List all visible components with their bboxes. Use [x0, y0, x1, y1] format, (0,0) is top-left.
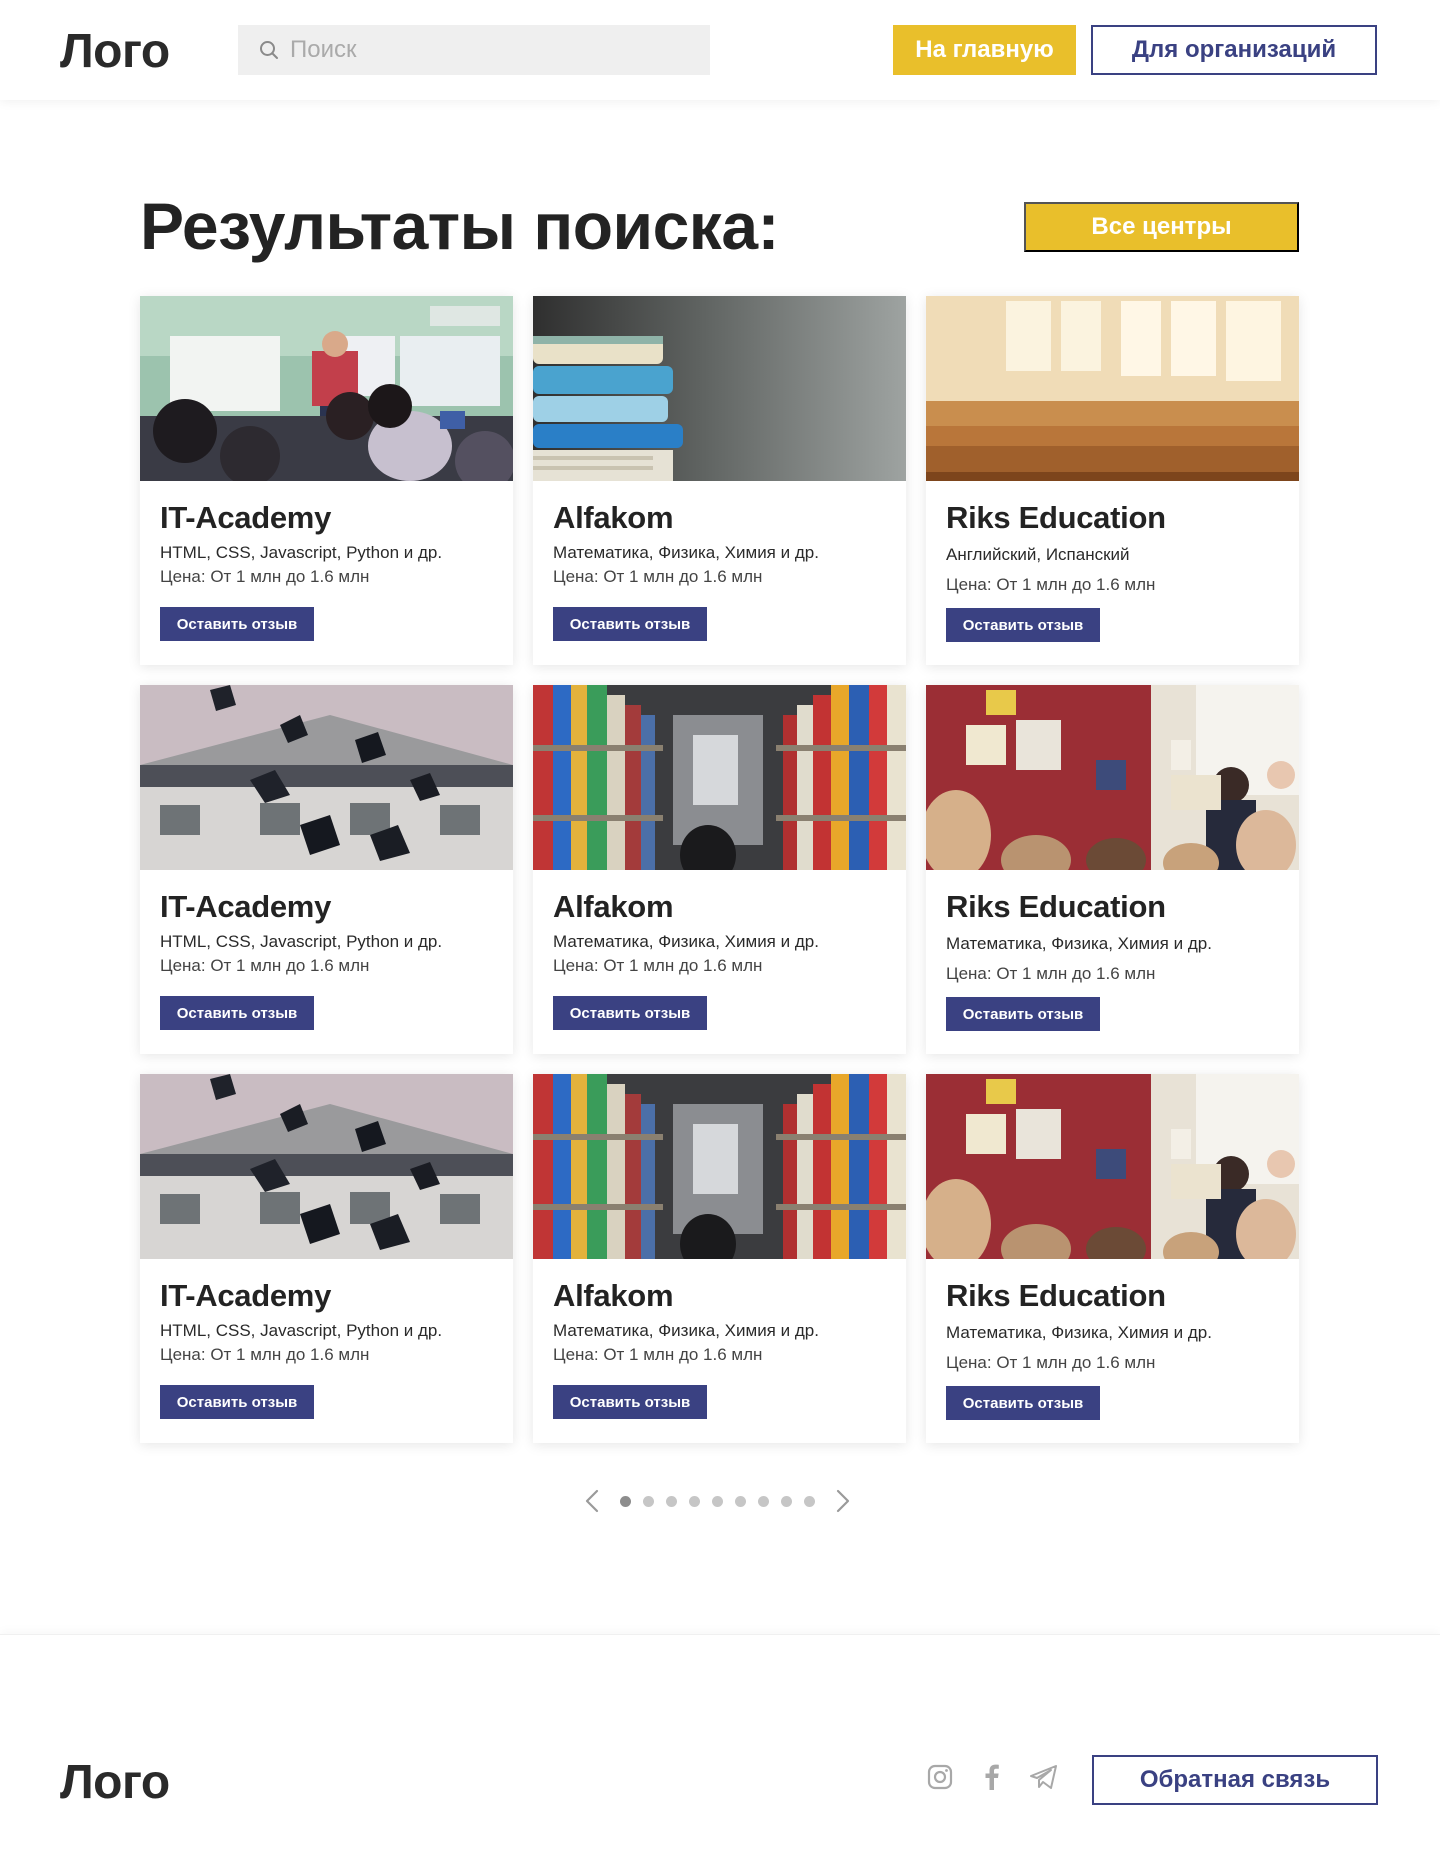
card-price: Цена: От 1 млн до 1.6 млн — [160, 1345, 370, 1364]
classroom-teacher-photo[interactable] — [140, 296, 513, 481]
card-title[interactable]: Riks Education — [946, 500, 1166, 536]
search-icon — [258, 39, 280, 61]
page-dot[interactable] — [620, 1495, 631, 1507]
card-price: Цена: От 1 млн до 1.6 млн — [946, 575, 1156, 594]
card-subjects: Математика, Физика, Химия и др. — [946, 1323, 1212, 1342]
leave-review-button[interactable]: Оставить отзыв — [946, 997, 1100, 1031]
leave-review-button[interactable]: Оставить отзыв — [946, 1386, 1100, 1420]
page-dot[interactable] — [666, 1495, 677, 1507]
page-dots — [614, 1495, 821, 1507]
card-price: Цена: От 1 млн до 1.6 млн — [553, 956, 763, 975]
card-subjects: HTML, CSS, Javascript, Python и др. — [160, 1321, 443, 1340]
leave-review-button[interactable]: Оставить отзыв — [160, 607, 314, 641]
empty-classroom-photo[interactable] — [926, 296, 1299, 481]
library-shelves-photo[interactable] — [533, 1074, 906, 1259]
leave-review-button[interactable]: Оставить отзыв — [946, 608, 1100, 642]
chevron-right-icon[interactable] — [833, 1486, 853, 1516]
page-dot[interactable] — [712, 1495, 723, 1507]
page-dot[interactable] — [689, 1495, 700, 1507]
kids-classroom-photo[interactable] — [926, 1074, 1299, 1259]
card-subjects: HTML, CSS, Javascript, Python и др. — [160, 543, 443, 562]
header-logo[interactable]: Лого — [60, 24, 170, 79]
leave-review-button[interactable]: Оставить отзыв — [553, 1385, 707, 1419]
card-subjects: Математика, Физика, Химия и др. — [553, 1321, 819, 1340]
card-subjects: Математика, Физика, Химия и др. — [553, 543, 819, 562]
header: Лого На главную Для организаций — [0, 0, 1440, 100]
search-bar[interactable] — [238, 25, 710, 75]
card-title[interactable]: Alfakom — [553, 889, 674, 925]
card-price: Цена: От 1 млн до 1.6 млн — [160, 956, 370, 975]
card-title[interactable]: Riks Education — [946, 889, 1166, 925]
result-card[interactable]: IT-Academy HTML, CSS, Javascript, Python… — [140, 1074, 513, 1443]
footer-logo[interactable]: Лого — [60, 1755, 170, 1810]
result-card[interactable]: Riks Education Английский, Испанский Цен… — [926, 296, 1299, 665]
card-title[interactable]: IT-Academy — [160, 500, 331, 536]
page-dot[interactable] — [781, 1495, 792, 1507]
footer: Лого — [0, 1634, 1440, 1858]
card-price: Цена: От 1 млн до 1.6 млн — [946, 1353, 1156, 1372]
kids-classroom-photo[interactable] — [926, 685, 1299, 870]
leave-review-button[interactable]: Оставить отзыв — [160, 996, 314, 1030]
result-card[interactable]: IT-Academy HTML, CSS, Javascript, Python… — [140, 685, 513, 1054]
social-links — [925, 1762, 1059, 1792]
page-dot[interactable] — [758, 1495, 769, 1507]
telegram-icon[interactable] — [1029, 1762, 1059, 1792]
organizations-button[interactable]: Для организаций — [1091, 25, 1377, 75]
card-price: Цена: От 1 млн до 1.6 млн — [553, 567, 763, 586]
leave-review-button[interactable]: Оставить отзыв — [160, 1385, 314, 1419]
result-card[interactable]: Riks Education Математика, Физика, Химия… — [926, 685, 1299, 1054]
page-dot[interactable] — [643, 1495, 654, 1507]
card-title[interactable]: IT-Academy — [160, 1278, 331, 1314]
page-dot[interactable] — [804, 1495, 815, 1507]
result-card[interactable]: IT-Academy HTML, CSS, Javascript, Python… — [140, 296, 513, 665]
library-shelves-photo[interactable] — [533, 685, 906, 870]
page-dot[interactable] — [735, 1495, 746, 1507]
card-price: Цена: От 1 млн до 1.6 млн — [553, 1345, 763, 1364]
graduation-caps-photo[interactable] — [140, 1074, 513, 1259]
card-title[interactable]: Riks Education — [946, 1278, 1166, 1314]
graduation-caps-photo[interactable] — [140, 685, 513, 870]
results-grid: IT-Academy HTML, CSS, Javascript, Python… — [140, 296, 1300, 1443]
home-button[interactable]: На главную — [893, 25, 1076, 75]
card-subjects: Математика, Физика, Химия и др. — [553, 932, 819, 951]
stacked-books-photo[interactable] — [533, 296, 906, 481]
card-subjects: HTML, CSS, Javascript, Python и др. — [160, 932, 443, 951]
facebook-icon[interactable] — [977, 1762, 1007, 1792]
card-price: Цена: От 1 млн до 1.6 млн — [160, 567, 370, 586]
result-card[interactable]: Alfakom Математика, Физика, Химия и др. … — [533, 296, 906, 665]
result-card[interactable]: Riks Education Математика, Физика, Химия… — [926, 1074, 1299, 1443]
all-centers-button[interactable]: Все центры — [1024, 202, 1299, 252]
card-title[interactable]: Alfakom — [553, 500, 674, 536]
card-subjects: Английский, Испанский — [946, 545, 1130, 564]
search-input[interactable] — [290, 36, 690, 64]
instagram-icon[interactable] — [925, 1762, 955, 1792]
card-subjects: Математика, Физика, Химия и др. — [946, 934, 1212, 953]
result-card[interactable]: Alfakom Математика, Физика, Химия и др. … — [533, 1074, 906, 1443]
chevron-left-icon[interactable] — [582, 1486, 602, 1516]
leave-review-button[interactable]: Оставить отзыв — [553, 996, 707, 1030]
card-title[interactable]: IT-Academy — [160, 889, 331, 925]
card-title[interactable]: Alfakom — [553, 1278, 674, 1314]
pagination — [582, 1486, 858, 1516]
leave-review-button[interactable]: Оставить отзыв — [553, 607, 707, 641]
result-card[interactable]: Alfakom Математика, Физика, Химия и др. … — [533, 685, 906, 1054]
page-title: Результаты поиска: — [140, 189, 780, 263]
feedback-button[interactable]: Обратная связь — [1092, 1755, 1378, 1805]
card-price: Цена: От 1 млн до 1.6 млн — [946, 964, 1156, 983]
